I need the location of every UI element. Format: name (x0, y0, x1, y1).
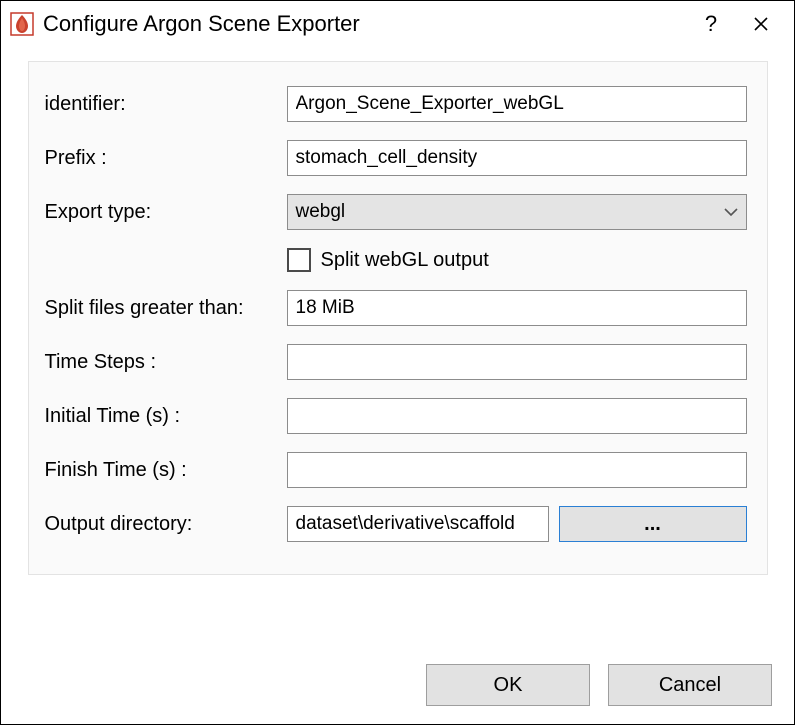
export-type-select[interactable]: webgl (287, 194, 747, 230)
help-button[interactable]: ? (686, 4, 736, 44)
cancel-button[interactable]: Cancel (608, 664, 772, 706)
ok-button[interactable]: OK (426, 664, 590, 706)
initial-time-input[interactable] (287, 398, 747, 434)
identifier-input[interactable] (287, 86, 747, 122)
browse-button[interactable]: ... (559, 506, 747, 542)
identifier-label: identifier: (39, 93, 287, 116)
split-output-label: Split webGL output (321, 249, 489, 272)
split-output-row: Split webGL output (287, 248, 747, 272)
time-steps-input[interactable] (287, 344, 747, 380)
export-type-value: webgl (296, 201, 346, 223)
output-directory-label: Output directory: (39, 513, 287, 536)
time-steps-label: Time Steps : (39, 351, 287, 374)
prefix-input[interactable] (287, 140, 747, 176)
window-title: Configure Argon Scene Exporter (43, 11, 686, 37)
output-directory-row: ... (287, 506, 747, 542)
initial-time-label: Initial Time (s) : (39, 405, 287, 428)
app-icon (9, 11, 35, 37)
output-directory-input[interactable] (287, 506, 549, 542)
finish-time-label: Finish Time (s) : (39, 459, 287, 482)
dialog-window: Configure Argon Scene Exporter ? identif… (0, 0, 795, 725)
form-grid: identifier: Prefix : Export type: webgl … (39, 86, 747, 542)
title-bar: Configure Argon Scene Exporter ? (1, 1, 794, 47)
export-type-label: Export type: (39, 201, 287, 224)
split-output-checkbox[interactable] (287, 248, 311, 272)
chevron-down-icon (724, 204, 738, 220)
close-button[interactable] (736, 4, 786, 44)
split-threshold-input[interactable] (287, 290, 747, 326)
dialog-content: identifier: Prefix : Export type: webgl … (1, 47, 794, 650)
dialog-footer: OK Cancel (1, 650, 794, 724)
split-threshold-label: Split files greater than: (39, 297, 287, 320)
form-groupbox: identifier: Prefix : Export type: webgl … (28, 61, 768, 575)
prefix-label: Prefix : (39, 147, 287, 170)
finish-time-input[interactable] (287, 452, 747, 488)
